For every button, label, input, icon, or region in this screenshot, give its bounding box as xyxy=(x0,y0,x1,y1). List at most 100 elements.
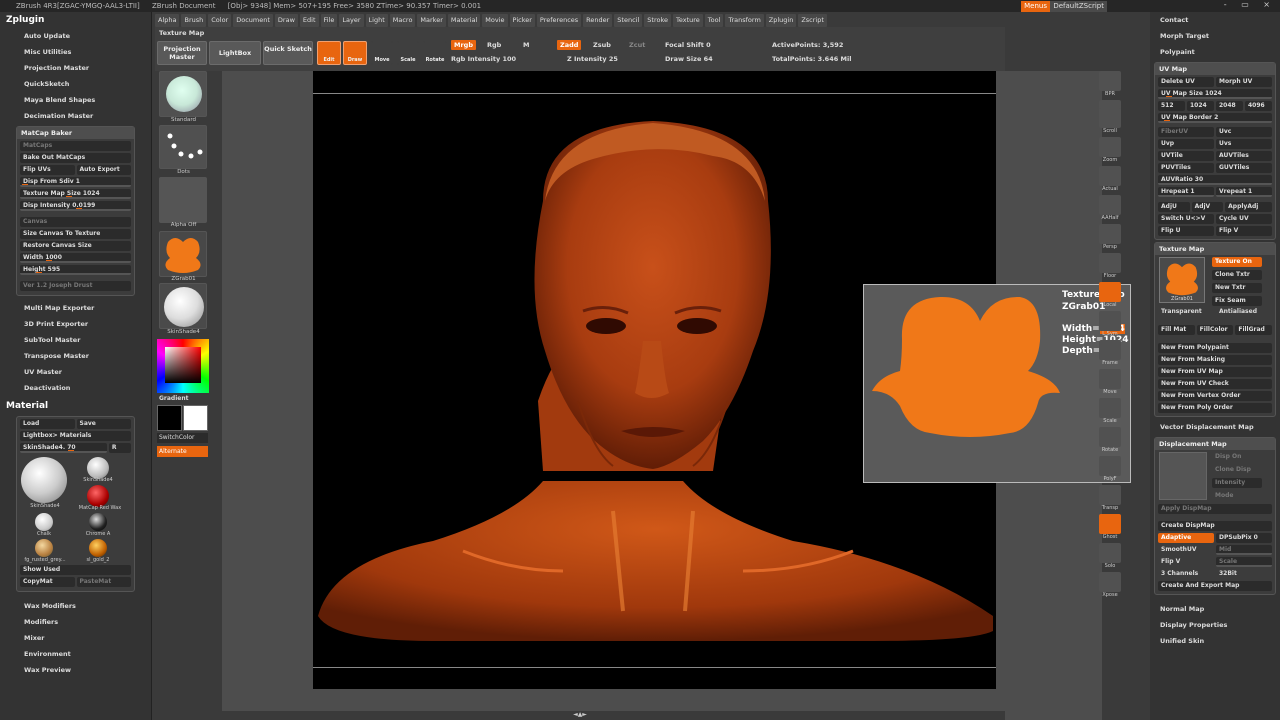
size-canvas-button[interactable]: Size Canvas To Texture xyxy=(20,229,131,239)
zplugin-item-3d-print-exporter[interactable]: 3D Print Exporter xyxy=(0,316,151,332)
new-from-poly-order-button[interactable]: New From Poly Order xyxy=(1158,403,1272,413)
dock-scroll-button[interactable] xyxy=(1099,108,1121,128)
dock-rotate-button[interactable] xyxy=(1099,427,1121,447)
dock-ghost-button[interactable] xyxy=(1099,514,1121,534)
auvtiles-button[interactable]: AUVTiles xyxy=(1216,151,1272,161)
flip-v-toggle[interactable]: Flip V xyxy=(1158,557,1214,567)
uv-size-512-button[interactable]: 512 xyxy=(1158,101,1185,111)
smoothuv-toggle[interactable]: SmoothUV xyxy=(1158,545,1214,555)
bake-out-button[interactable]: Bake Out MatCaps xyxy=(20,153,131,163)
zsub-button[interactable]: Zsub xyxy=(593,41,611,49)
flip-v-button[interactable]: Flip V xyxy=(1216,226,1272,236)
pastemat-button[interactable]: PasteMat xyxy=(76,577,131,587)
slider-knob[interactable] xyxy=(1166,96,1172,97)
menu-macro[interactable]: Macro xyxy=(389,14,416,27)
vector-displacement-map-item[interactable]: Vector Displacement Map xyxy=(1150,419,1280,435)
dpsubpix-slider[interactable]: DPSubPix 0 xyxy=(1216,533,1272,543)
m-button[interactable]: M xyxy=(523,41,529,49)
material-swatch[interactable] xyxy=(89,539,107,557)
move-mode-button[interactable]: Move xyxy=(371,41,393,65)
tool-item-unified-skin[interactable]: Unified Skin xyxy=(1150,633,1280,649)
zplugin-item-deactivation[interactable]: Deactivation xyxy=(0,380,151,396)
width-slider[interactable]: Width 1000 xyxy=(20,253,131,263)
zplugin-item-decimation-master[interactable]: Decimation Master xyxy=(0,108,151,124)
uvtile-button[interactable]: UVTile xyxy=(1158,151,1214,161)
height-slider[interactable]: Height 595 xyxy=(20,265,131,275)
zadd-button[interactable]: Zadd xyxy=(557,40,582,50)
new-from-polypaint-button[interactable]: New From Polypaint xyxy=(1158,343,1272,353)
zplugin-item-projection-master[interactable]: Projection Master xyxy=(0,60,151,76)
zplugin-item-maya-blend-shapes[interactable]: Maya Blend Shapes xyxy=(0,92,151,108)
default-zscript-button[interactable]: DefaultZScript xyxy=(1050,1,1107,12)
dock-zoom-button[interactable] xyxy=(1099,137,1121,157)
morph-uv-button[interactable]: Morph UV xyxy=(1216,77,1272,87)
dock-aahalf-button[interactable] xyxy=(1099,195,1121,215)
switch-color-button[interactable]: SwitchColor xyxy=(157,433,208,443)
switch-uv-button[interactable]: Switch U<>V xyxy=(1158,214,1214,224)
zplugin-item-auto-update[interactable]: Auto Update xyxy=(0,28,151,44)
save-material-button[interactable]: Save xyxy=(76,419,131,429)
projection-master-button[interactable]: Projection Master xyxy=(157,41,207,65)
fill-mat-button[interactable]: Fill Mat xyxy=(1158,325,1195,335)
texture-map-thumbnail[interactable]: ZGrab01 xyxy=(1159,257,1205,303)
material-swatch[interactable] xyxy=(35,539,53,557)
adaptive-toggle[interactable]: Adaptive xyxy=(1158,533,1214,543)
mrgb-button[interactable]: Mrgb xyxy=(451,40,476,50)
32bit-toggle[interactable]: 32Bit xyxy=(1216,569,1272,579)
menu-brush[interactable]: Brush xyxy=(181,14,207,27)
show-used-button[interactable]: Show Used xyxy=(20,565,131,575)
material-swatch[interactable] xyxy=(87,457,109,479)
dock-frame-button[interactable] xyxy=(1099,340,1121,360)
menu-file[interactable]: File xyxy=(320,14,338,27)
slider-knob[interactable] xyxy=(22,184,28,185)
menu-zplugin[interactable]: Zplugin xyxy=(765,14,797,27)
draw-size-slider[interactable]: Draw Size 64 xyxy=(665,55,713,63)
transparent-toggle[interactable]: Transparent xyxy=(1158,307,1214,317)
zplugin-item-subtool-master[interactable]: SubTool Master xyxy=(0,332,151,348)
dock-solo-button[interactable] xyxy=(1099,543,1121,563)
dock-move-button[interactable] xyxy=(1099,369,1121,389)
apply-adj-button[interactable]: ApplyAdj xyxy=(1225,202,1273,212)
menu-document[interactable]: Document xyxy=(233,14,273,27)
material-swatch-large[interactable] xyxy=(21,457,67,503)
texture-map-title[interactable]: Texture Map xyxy=(1155,243,1275,255)
main-color-swatch[interactable] xyxy=(157,405,182,431)
r-button[interactable]: R xyxy=(108,443,131,453)
auto-export-button[interactable]: Auto Export xyxy=(76,165,131,175)
hrepeat-slider[interactable]: Hrepeat 1 xyxy=(1158,187,1214,197)
alpha-thumbnail[interactable] xyxy=(159,177,207,223)
menu-preferences[interactable]: Preferences xyxy=(536,14,582,27)
menu-layer[interactable]: Layer xyxy=(339,14,364,27)
dock-transp-button[interactable] xyxy=(1099,485,1121,505)
disp-on-button[interactable]: Disp On xyxy=(1212,452,1262,462)
displacement-thumbnail[interactable] xyxy=(1159,452,1207,500)
puvtiles-button[interactable]: PUVTiles xyxy=(1158,163,1214,173)
disp-from-sdiv-slider[interactable]: Disp From Sdiv 1 xyxy=(20,177,131,187)
menu-render[interactable]: Render xyxy=(583,14,613,27)
skinshade-slider[interactable]: SkinShade4. 70 xyxy=(20,443,107,453)
rgb-intensity-slider[interactable]: Rgb Intensity 100 xyxy=(451,55,516,63)
color-picker[interactable] xyxy=(157,339,209,393)
zplugin-item-uv-master[interactable]: UV Master xyxy=(0,364,151,380)
clone-disp-button[interactable]: Clone Disp xyxy=(1212,465,1262,475)
fix-seam-button[interactable]: Fix Seam xyxy=(1212,296,1262,306)
texture-on-button[interactable]: Texture On xyxy=(1212,257,1262,267)
uv-size-1024-button[interactable]: 1024 xyxy=(1187,101,1214,111)
menu-color[interactable]: Color xyxy=(208,14,232,27)
slider-knob[interactable] xyxy=(68,450,74,451)
create-export-map-button[interactable]: Create And Export Map xyxy=(1158,581,1272,591)
new-from-masking-button[interactable]: New From Masking xyxy=(1158,355,1272,365)
dock-actual-button[interactable] xyxy=(1099,166,1121,186)
secondary-color-swatch[interactable] xyxy=(183,405,208,431)
slider-knob[interactable] xyxy=(76,208,82,209)
uv-map-title[interactable]: UV Map xyxy=(1155,63,1275,75)
menu-picker[interactable]: Picker xyxy=(509,14,535,27)
3-channels-toggle[interactable]: 3 Channels xyxy=(1158,569,1214,579)
zplugin-item-modifiers[interactable]: Modifiers xyxy=(0,614,151,630)
menu-edit[interactable]: Edit xyxy=(299,14,319,27)
z-intensity-slider[interactable]: Z Intensity 25 xyxy=(567,55,618,63)
tool-item-normal-map[interactable]: Normal Map xyxy=(1150,601,1280,617)
apply-dispmap-button[interactable]: Apply DispMap xyxy=(1158,504,1272,514)
mid-slider[interactable]: Mid xyxy=(1216,545,1272,555)
mode-button[interactable]: Mode xyxy=(1212,491,1262,501)
